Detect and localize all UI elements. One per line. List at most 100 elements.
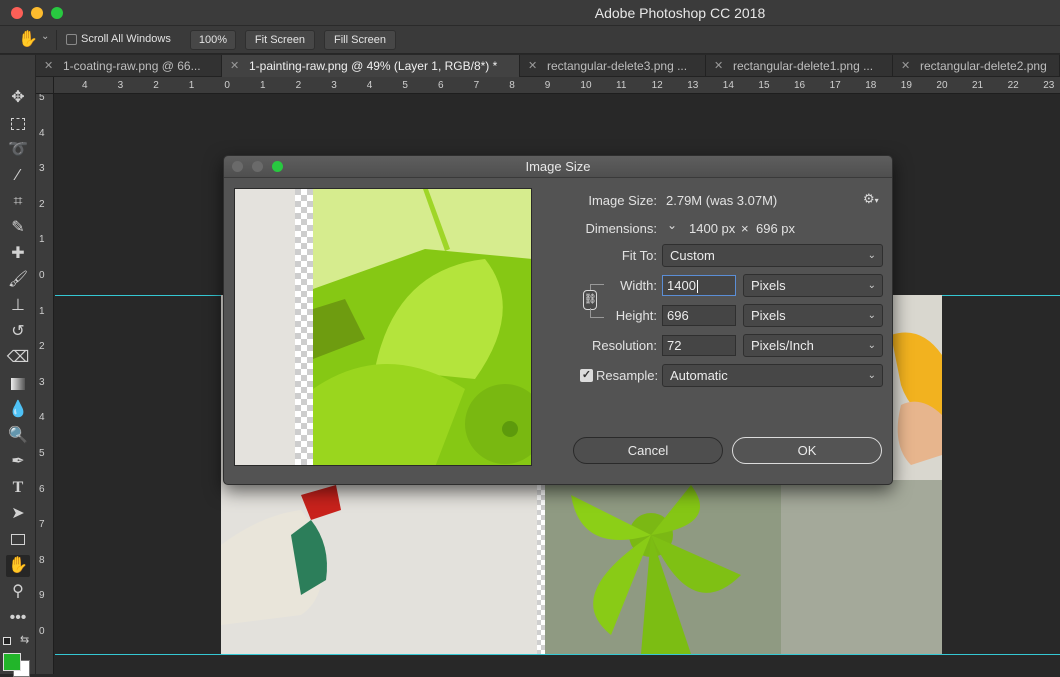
close-tab-icon[interactable]: ✕ [44, 55, 53, 77]
close-tab-icon[interactable]: ✕ [230, 55, 239, 77]
height-input[interactable]: 696 [662, 305, 736, 326]
ruler-tick-label: 5 [39, 94, 45, 103]
close-tab-icon[interactable]: ✕ [528, 55, 537, 77]
ruler-tick-label: 12 [651, 80, 663, 91]
pen-tool-icon[interactable]: ✒ [6, 451, 30, 473]
scroll-all-windows-checkbox[interactable] [66, 34, 77, 45]
ruler-tick-label: 7 [39, 519, 45, 531]
preview-image [235, 189, 531, 465]
ruler-tick-label: 4 [39, 412, 45, 424]
settings-gear-icon[interactable]: ⚙▾ [863, 191, 879, 207]
healing-brush-tool-icon[interactable]: ✚ [6, 243, 30, 265]
ruler-tick-label: 15 [758, 80, 770, 91]
ruler-tick-label: 6 [438, 80, 444, 91]
tab-painting-raw[interactable]: ✕ 1-painting-raw.png @ 49% (Layer 1, RGB/… [222, 55, 520, 77]
ruler-corner[interactable] [36, 77, 54, 94]
zoom-100-button[interactable]: 100% [190, 30, 236, 50]
ruler-tick-label: 3 [39, 163, 45, 175]
dialog-title: Image Size [525, 159, 591, 174]
scroll-all-windows-label[interactable]: Scroll All Windows [81, 33, 171, 45]
ruler-tick-label: 23 [1043, 80, 1055, 91]
dimensions-height: 696 px [756, 221, 796, 236]
ruler-tick-label: 9 [544, 80, 551, 91]
magic-wand-tool-icon[interactable]: ⁄ [6, 165, 30, 187]
resolution-input[interactable]: 72 [662, 335, 736, 356]
resample-checkbox[interactable]: ✓ [580, 369, 593, 382]
tab-coating-raw[interactable]: ✕ 1-coating-raw.png @ 66... [36, 55, 222, 77]
eraser-tool-icon[interactable]: ⌫ [6, 347, 30, 369]
dimensions-units-chevron-icon[interactable]: ⌄ [667, 218, 677, 232]
resolution-label: Resolution: [591, 338, 657, 353]
zoom-tool-icon[interactable]: ⚲ [6, 581, 30, 603]
divider [56, 30, 57, 50]
dialog-title-bar[interactable]: Image Size [224, 156, 892, 178]
fit-to-label: Fit To: [621, 248, 657, 263]
chevron-down-icon: ⌄ [867, 280, 876, 291]
ruler-tick-label: 6 [39, 483, 45, 495]
rectangle-tool-icon[interactable] [6, 529, 30, 551]
horizontal-guide[interactable] [55, 654, 1060, 655]
text-caret [696, 280, 698, 294]
close-tab-icon[interactable]: ✕ [901, 55, 910, 77]
constrain-proportions-link-icon[interactable]: ⛓ [583, 290, 597, 310]
chevron-down-icon: ⌄ [867, 370, 876, 381]
clone-stamp-tool-icon[interactable]: ⊥ [6, 295, 30, 317]
default-colors-icon[interactable] [3, 637, 11, 645]
blur-tool-icon[interactable]: 💧 [6, 399, 30, 421]
resolution-unit-select[interactable]: Pixels/Inch ⌄ [743, 334, 883, 357]
type-tool-icon[interactable]: T [6, 477, 30, 499]
image-preview[interactable] [234, 188, 532, 466]
ok-button[interactable]: OK [732, 437, 882, 464]
dialog-minimize-button[interactable] [252, 161, 263, 172]
ruler-tick-label: 7 [473, 80, 480, 91]
history-brush-tool-icon[interactable]: ↺ [6, 321, 30, 343]
title-bar: Adobe Photoshop CC 2018 [0, 0, 1060, 26]
tab-rectangular-delete1[interactable]: ✕ rectangular-delete1.png ... [706, 55, 893, 77]
eyedropper-tool-icon[interactable]: ✎ [6, 217, 30, 239]
ruler-tick-label: 19 [900, 80, 912, 91]
ruler-tick-label: 8 [39, 554, 45, 566]
height-unit-select[interactable]: Pixels ⌄ [743, 304, 883, 327]
move-tool-icon[interactable]: ✥ [6, 87, 30, 109]
foreground-color-swatch[interactable] [3, 653, 21, 671]
ruler-tick-label: 5 [402, 80, 408, 91]
ruler-tick-label: 8 [509, 80, 515, 91]
fill-screen-button[interactable]: Fill Screen [324, 30, 396, 50]
cancel-button[interactable]: Cancel [573, 437, 723, 464]
resample-select[interactable]: Automatic ⌄ [662, 364, 883, 387]
ruler-tick-label: 13 [687, 80, 699, 91]
lasso-tool-icon[interactable]: ➰ [6, 139, 30, 161]
vertical-ruler[interactable]: 5 4 3 2 1 0 1 2 3 4 5 6 7 8 9 0 [36, 94, 54, 674]
hand-tool-preset-icon[interactable]: ✋ [18, 30, 40, 50]
ruler-tick-label: 0 [39, 626, 45, 637]
ruler-tick-label: 4 [366, 80, 373, 91]
app-title: Adobe Photoshop CC 2018 [594, 5, 766, 21]
more-tools-icon[interactable]: ••• [6, 607, 30, 629]
dodge-tool-icon[interactable]: 🔍 [6, 425, 30, 447]
width-input[interactable]: 1400 [662, 275, 736, 296]
width-unit-select[interactable]: Pixels ⌄ [743, 274, 883, 297]
fit-screen-button[interactable]: Fit Screen [245, 30, 315, 50]
ruler-tick-label: 1 [260, 80, 266, 91]
resample-label[interactable]: Resample: [596, 368, 658, 383]
brush-tool-icon[interactable]: 🖌 [6, 269, 30, 291]
crop-tool-icon[interactable]: ⌗ [6, 191, 30, 213]
path-selection-tool-icon[interactable]: ➤ [6, 503, 30, 525]
chevron-down-icon[interactable]: ⌄ [41, 31, 49, 42]
horizontal-ruler[interactable]: 4 3 2 1 0 1 2 3 4 5 6 7 8 9 10 11 12 13 14 15 16 17 18 19 20 21 22… [54, 77, 1060, 94]
ruler-tick-label: 1 [188, 80, 195, 91]
gradient-tool-icon[interactable] [6, 373, 30, 395]
close-tab-icon[interactable]: ✕ [714, 55, 723, 77]
image-size-value: 2.79M (was 3.07M) [666, 193, 778, 208]
tab-rectangular-delete3[interactable]: ✕ rectangular-delete3.png ... [520, 55, 706, 77]
fit-to-select[interactable]: Custom ⌄ [662, 244, 883, 267]
tab-rectangular-delete2[interactable]: ✕ rectangular-delete2.png [893, 55, 1060, 77]
hand-tool-icon[interactable]: ✋ [6, 555, 30, 577]
marquee-tool-icon[interactable] [6, 113, 30, 135]
ruler-tick-label: 4 [39, 127, 45, 139]
ruler-tick-label: 4 [82, 80, 88, 91]
chevron-down-icon: ⌄ [867, 340, 876, 351]
dialog-close-button[interactable] [232, 161, 243, 172]
dialog-zoom-button[interactable] [272, 161, 283, 172]
swap-colors-icon[interactable]: ⇆ [20, 633, 29, 646]
